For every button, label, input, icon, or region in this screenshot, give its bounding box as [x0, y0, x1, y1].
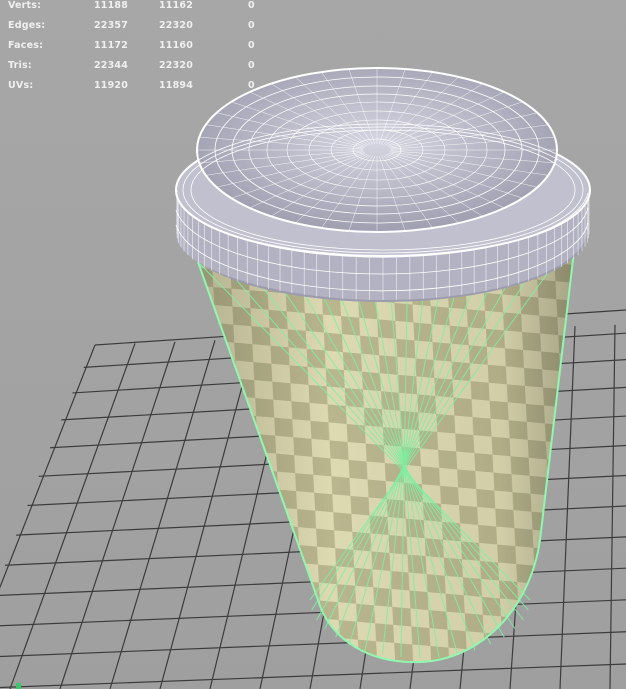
hud-value: 11162 — [159, 0, 194, 11]
scene-canvas[interactable] — [0, 0, 626, 689]
hud-label: Tris: — [8, 60, 32, 71]
hud-value: 0 — [248, 0, 255, 11]
hud-value: 22344 — [94, 60, 129, 71]
hud-value: 0 — [248, 60, 255, 71]
3d-viewport[interactable]: Verts: 11188 11162 0 Edges: 22357 22320 0 Faces:… — [0, 0, 626, 689]
hud-label: Verts: — [8, 0, 42, 11]
hud-value: 11894 — [159, 80, 194, 91]
hud-value: 11188 — [94, 0, 129, 11]
hud-value: 11920 — [94, 80, 129, 91]
lid-mesh[interactable] — [175, 67, 591, 302]
hud-value: 0 — [248, 40, 255, 51]
hud-value: 0 — [248, 20, 255, 31]
hud-value: 11160 — [159, 40, 194, 51]
hud-label: Edges: — [8, 20, 46, 31]
hud-value: 22320 — [159, 60, 194, 71]
hud-value: 11172 — [94, 40, 129, 51]
hud-label: UVs: — [8, 80, 34, 91]
hud-value: 22357 — [94, 20, 129, 31]
axis-indicator-icon — [16, 683, 21, 689]
hud-label: Faces: — [8, 40, 44, 51]
hud-value: 0 — [248, 80, 255, 91]
hud-value: 22320 — [159, 20, 194, 31]
